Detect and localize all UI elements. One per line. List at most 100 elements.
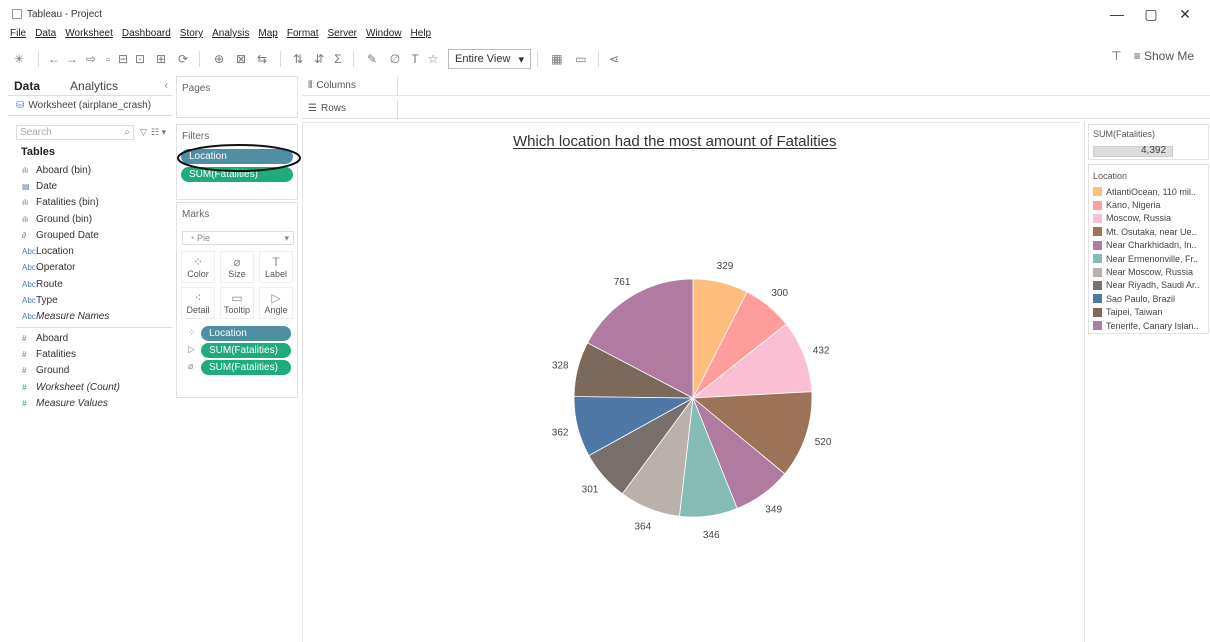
- legend-swatch: [1093, 213, 1102, 223]
- legend-item[interactable]: Kano, Nigeria: [1089, 198, 1208, 211]
- presentation-mode-icon[interactable]: ▭: [570, 49, 592, 69]
- pie-data-label: 520: [815, 437, 832, 448]
- legend-item[interactable]: Sao Paulo, Brazil: [1089, 292, 1208, 305]
- pause-updates-icon[interactable]: ⊡: [131, 49, 149, 69]
- field-measure-item[interactable]: # Ground: [8, 363, 172, 379]
- menu-server[interactable]: Server: [328, 28, 357, 44]
- menu-map[interactable]: Map: [258, 28, 277, 44]
- legend-item[interactable]: Near Riyadh, Saudi Ar..: [1089, 279, 1208, 292]
- mark-pill-size-fatalities[interactable]: SUM(Fatalities): [201, 360, 291, 375]
- field-dimension-item[interactable]: Abc Location: [8, 243, 172, 259]
- fit-dropdown-value: Entire View: [455, 53, 511, 65]
- field-dimension-item[interactable]: ılı Ground (bin): [8, 211, 172, 227]
- field-dimension-item[interactable]: Abc Type: [8, 292, 172, 308]
- menu-format[interactable]: Format: [287, 28, 319, 44]
- filter-icon[interactable]: ▽: [140, 127, 147, 138]
- redo-icon[interactable]: →: [63, 49, 81, 69]
- filters-card[interactable]: Filters Location SUM(Fatalities): [176, 124, 301, 200]
- legend-item[interactable]: Moscow, Russia: [1089, 212, 1208, 225]
- datasource-icon: ⛁: [16, 100, 25, 111]
- legend-item[interactable]: AtlantiOcean, 110 mil..: [1089, 185, 1208, 198]
- view-options-icon[interactable]: ☷ ▾: [151, 127, 166, 138]
- show-mark-labels-icon[interactable]: T: [406, 49, 424, 69]
- tableau-home-icon[interactable]: ✳: [6, 49, 32, 69]
- refresh-icon[interactable]: ⟳: [173, 49, 193, 69]
- field-dimension-item[interactable]: Abc Route: [8, 276, 172, 292]
- maximize-button[interactable]: ▢: [1134, 3, 1168, 25]
- legend-label: Near Ermenonville, Fr..: [1106, 253, 1199, 264]
- mark-pill-angle-fatalities[interactable]: SUM(Fatalities): [201, 343, 291, 358]
- label-button[interactable]: T Label: [259, 251, 293, 283]
- pages-card[interactable]: Pages: [176, 76, 298, 118]
- bin-icon: ılı: [22, 214, 29, 224]
- clear-sheet-icon[interactable]: ⊠: [232, 49, 250, 69]
- field-dimension-item[interactable]: ▤ Date: [8, 178, 172, 194]
- menu-dashboard[interactable]: Dashboard: [122, 28, 171, 44]
- legend-item[interactable]: Near Charkhidadri, In..: [1089, 239, 1208, 252]
- field-dimension-item[interactable]: ∂ Grouped Date: [8, 227, 172, 243]
- menu-data[interactable]: Data: [35, 28, 56, 44]
- field-dimension-item[interactable]: ılı Fatalities (bin): [8, 195, 172, 211]
- group-members-icon[interactable]: ∅: [384, 49, 406, 69]
- search-input[interactable]: Search ⌕: [16, 124, 134, 140]
- totals-icon[interactable]: Σ: [329, 49, 347, 69]
- menu-analysis[interactable]: Analysis: [212, 28, 249, 44]
- legend-item[interactable]: Near Moscow, Russia: [1089, 265, 1208, 278]
- collapse-icon[interactable]: ‹: [164, 80, 168, 92]
- close-button[interactable]: ✕: [1168, 3, 1202, 25]
- size-button[interactable]: ⌀ Size: [220, 251, 254, 283]
- highlight-icon[interactable]: ✎: [360, 49, 384, 69]
- show-me-button[interactable]: ≡ Show Me: [1134, 49, 1194, 63]
- legend-item[interactable]: Taipei, Taiwan: [1089, 306, 1208, 319]
- legend-label: Near Riyadh, Saudi Ar..: [1106, 280, 1200, 291]
- presentation-icon[interactable]: ⊤: [1111, 49, 1121, 63]
- menu-file[interactable]: File: [10, 28, 26, 44]
- mark-pill-location[interactable]: Location: [201, 326, 291, 341]
- new-worksheet-icon[interactable]: ⊞: [149, 49, 173, 69]
- title-bar: Tableau - Project — ▢ ✕: [0, 0, 1210, 28]
- undo-icon[interactable]: ←: [45, 49, 63, 69]
- tooltip-button[interactable]: ▭ Tooltip: [220, 287, 254, 319]
- field-dimension-item[interactable]: Abc Measure Names: [8, 309, 172, 325]
- field-measure-item[interactable]: # Aboard: [8, 330, 172, 346]
- angle-button[interactable]: ▷ Angle: [259, 287, 293, 319]
- sort-ascending-icon[interactable]: ⇅: [287, 49, 309, 69]
- swap-rows-columns-icon[interactable]: ⇆: [250, 49, 274, 69]
- mark-type-dropdown[interactable]: ◔ Pie ▾: [182, 231, 294, 245]
- view-canvas: Which location had the most amount of Fa…: [302, 122, 1080, 642]
- duplicate-sheet-icon[interactable]: ⊕: [206, 49, 232, 69]
- field-dimension-item[interactable]: ılı Aboard (bin): [8, 162, 172, 178]
- size-legend[interactable]: SUM(Fatalities) 4,392: [1088, 124, 1209, 160]
- menu-story[interactable]: Story: [180, 28, 203, 44]
- menu-worksheet[interactable]: Worksheet: [65, 28, 113, 44]
- tab-analytics[interactable]: Analytics: [64, 79, 124, 93]
- datasource-item[interactable]: ⛁ Worksheet (airplane_crash): [8, 96, 172, 116]
- field-measure-item[interactable]: # Measure Values: [8, 395, 172, 411]
- save-icon[interactable]: ▫: [101, 49, 115, 69]
- tab-data[interactable]: Data: [8, 79, 46, 93]
- color-button[interactable]: ⁘ Color: [181, 251, 215, 283]
- show-cards-icon[interactable]: ▦: [544, 49, 570, 69]
- field-measure-item[interactable]: # Worksheet (Count): [8, 379, 172, 395]
- menu-help[interactable]: Help: [411, 28, 432, 44]
- highlight-ellipse: [177, 144, 301, 172]
- sort-descending-icon[interactable]: ⇵: [309, 49, 329, 69]
- color-legend[interactable]: Location AtlantiOcean, 110 mil.. Kano, Ni…: [1088, 164, 1209, 334]
- rows-shelf[interactable]: ☰ Rows: [302, 98, 1210, 119]
- detail-button[interactable]: ⁖ Detail: [181, 287, 215, 319]
- pin-axes-icon[interactable]: ☆: [424, 49, 442, 69]
- field-dimension-item[interactable]: Abc Operator: [8, 260, 172, 276]
- new-datasource-icon[interactable]: ⊟: [115, 49, 131, 69]
- replay-icon[interactable]: ⇨: [81, 49, 101, 69]
- field-label: Measure Values: [36, 397, 108, 409]
- menu-window[interactable]: Window: [366, 28, 402, 44]
- minimize-button[interactable]: —: [1100, 3, 1134, 25]
- legend-item[interactable]: Tenerife, Canary Islan..: [1089, 319, 1208, 332]
- legend-item[interactable]: Near Ermenonville, Fr..: [1089, 252, 1208, 265]
- columns-shelf[interactable]: ⦀ Columns: [302, 75, 1210, 96]
- field-measure-item[interactable]: # Fatalities: [8, 346, 172, 362]
- pie-chart[interactable]: 329 300 432 520 349 346 364 301 362 328 761: [303, 123, 1081, 642]
- fit-dropdown[interactable]: Entire View ▾: [448, 49, 531, 69]
- legend-item[interactable]: Mt. Osutaka, near Ue..: [1089, 225, 1208, 238]
- share-icon[interactable]: ⋖: [605, 49, 623, 69]
